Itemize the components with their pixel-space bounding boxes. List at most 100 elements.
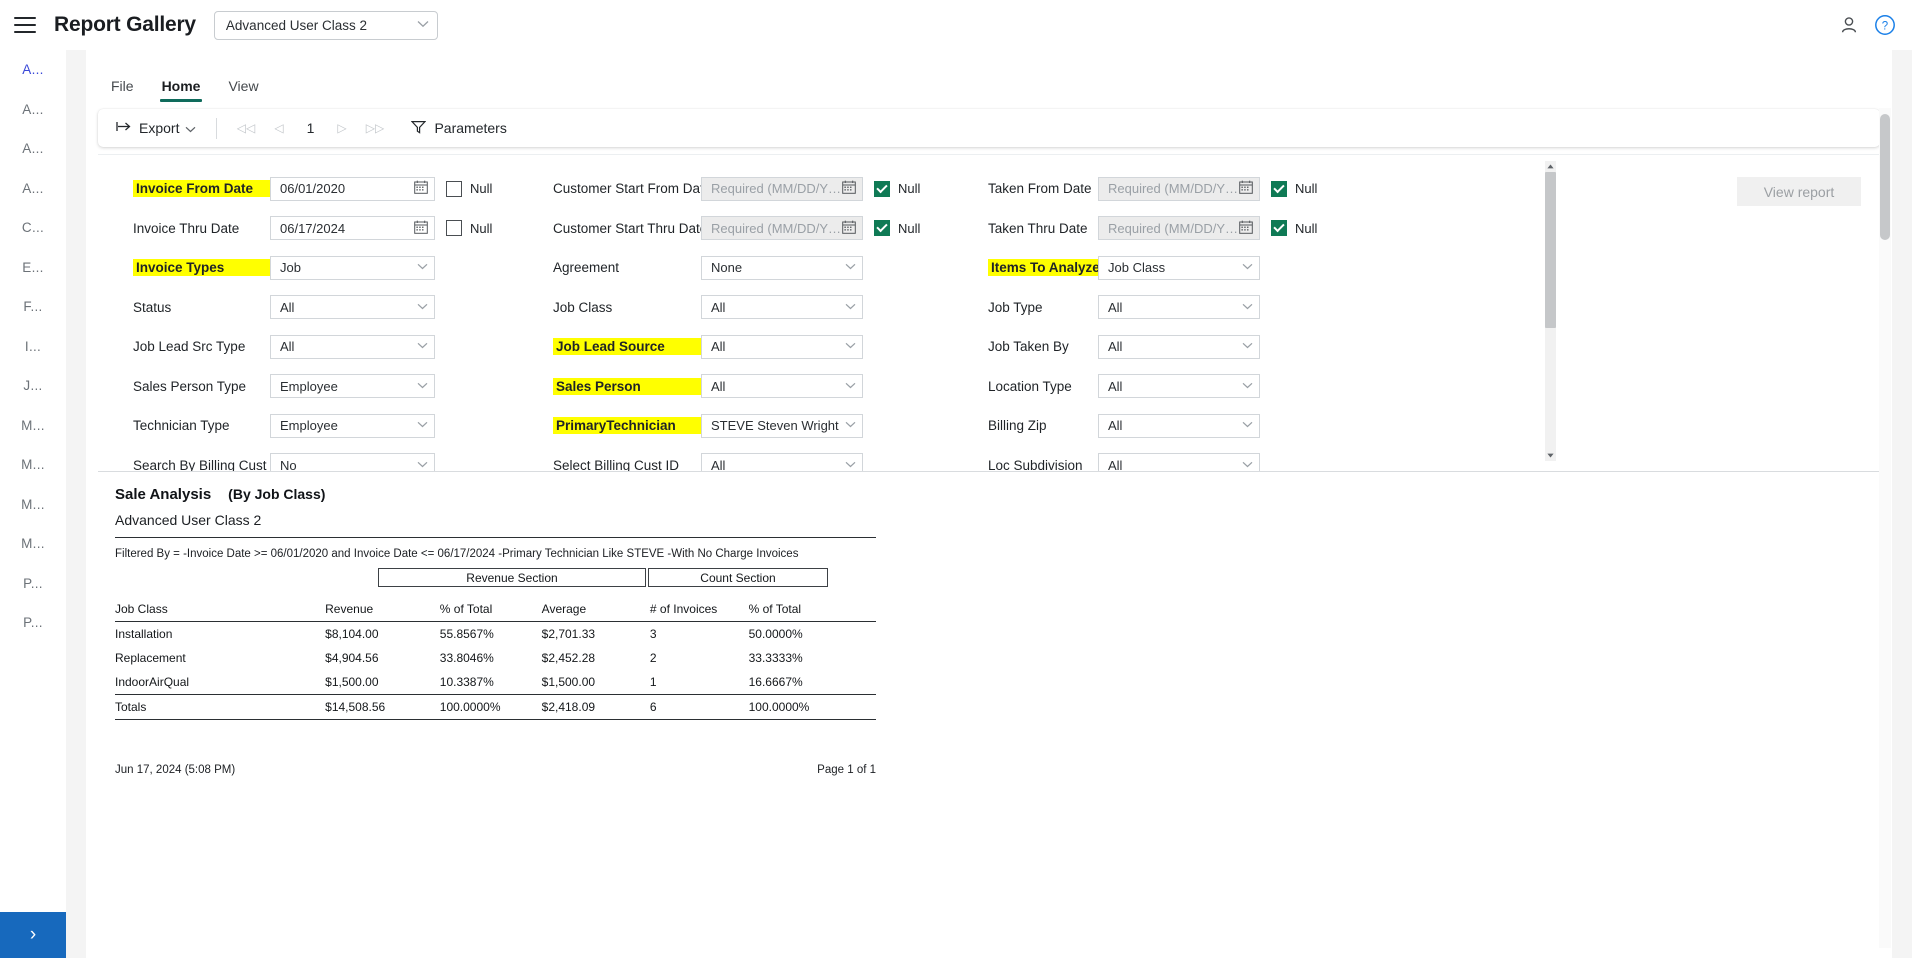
chevron-down-icon <box>417 460 428 471</box>
parameter-label-search-by-billing-cust-id: Search By Billing Cust ID <box>133 457 284 471</box>
calendar-icon[interactable] <box>414 220 428 237</box>
totals-cell: 100.0000% <box>439 694 542 720</box>
table-cell: 3 <box>649 627 657 641</box>
select-sales-person-type[interactable]: Employee <box>270 374 435 399</box>
null-checkbox-invoice-thru-date[interactable] <box>446 220 462 237</box>
select-job-taken-by[interactable]: All <box>1098 334 1260 359</box>
select-search-by-billing-cust-id[interactable]: No <box>270 453 435 471</box>
calendar-icon[interactable] <box>1239 220 1253 237</box>
null-checkbox-customer-start-from-date[interactable] <box>874 180 890 197</box>
sidebar-item-3[interactable]: A... <box>0 169 66 209</box>
calendar-icon[interactable] <box>414 180 428 197</box>
panel-scrollbar-thumb[interactable] <box>1880 114 1890 240</box>
value-taken-from-date: Required (MM/DD/YYYY) <box>1108 181 1239 197</box>
prev-page-button[interactable]: ◁ <box>262 115 295 141</box>
null-checkbox-customer-start-thru-date[interactable] <box>874 220 890 237</box>
sidebar-item-8[interactable]: J... <box>0 366 66 406</box>
table-cell: 1 <box>649 675 657 689</box>
table-cell: 33.8046% <box>439 651 494 665</box>
sidebar-item-7[interactable]: I... <box>0 327 66 367</box>
sidebar-item-6[interactable]: F... <box>0 287 66 327</box>
view-report-zone: View report <box>1718 155 1880 471</box>
parameter-label-location-type: Location Type <box>988 378 1072 394</box>
parameter-label-technician-type: Technician Type <box>133 418 230 434</box>
sidebar-item-1[interactable]: A... <box>0 90 66 130</box>
sidebar-item-4[interactable]: C... <box>0 208 66 248</box>
select-billing-zip[interactable]: All <box>1098 413 1260 438</box>
select-location-type[interactable]: All <box>1098 374 1260 399</box>
table-cell: $2,701.33 <box>541 627 596 641</box>
report-header: Sale Analysis (By Job Class) <box>115 486 898 503</box>
parameter-label-customer-start-thru-date: Customer Start Thru Date <box>553 220 708 236</box>
last-page-button[interactable]: ▷▷ <box>358 115 391 141</box>
sidebar-expand-button[interactable]: › <box>0 912 66 958</box>
select-loc-subdivision[interactable]: All <box>1098 453 1260 471</box>
table-column-header-1: Revenue <box>325 598 440 622</box>
toolbar-divider <box>216 117 218 139</box>
select-status[interactable]: All <box>270 295 435 320</box>
report-divider <box>115 537 876 538</box>
help-icon[interactable]: ? <box>1874 14 1896 36</box>
null-checkbox-invoice-from-date[interactable] <box>446 180 462 197</box>
sidebar-item-11[interactable]: M... <box>0 485 66 525</box>
sidebar-item-5[interactable]: E... <box>0 248 66 288</box>
calendar-icon[interactable] <box>1239 180 1253 197</box>
export-button[interactable]: Export <box>108 116 204 140</box>
parameters-scrollbar[interactable] <box>1545 161 1556 461</box>
parameters-scrollbar-thumb[interactable] <box>1545 172 1556 328</box>
next-page-button[interactable]: ▷ <box>325 115 358 141</box>
scroll-up-icon[interactable] <box>1545 161 1556 172</box>
select-job-class[interactable]: All <box>701 295 863 320</box>
calendar-icon[interactable] <box>842 220 856 237</box>
page-number-input[interactable]: 1 <box>295 120 325 136</box>
date-input-invoice-from-date[interactable]: 06/01/2020 <box>270 176 435 201</box>
sidebar-item-12[interactable]: M... <box>0 524 66 564</box>
parameter-field-taken-from-date: Taken From Date Required (MM/DD/YYYY) Null <box>988 176 1408 201</box>
sidebar-item-13[interactable]: P... <box>0 564 66 604</box>
tab-home[interactable]: Home <box>149 74 214 102</box>
parameters-toggle-button[interactable]: Parameters <box>411 120 507 137</box>
chevron-down-icon <box>417 420 428 431</box>
select-select-billing-cust-id[interactable]: All <box>701 453 863 471</box>
parameter-field-technician-type: Technician Type Employee <box>98 413 553 438</box>
null-checkbox-taken-from-date[interactable] <box>1271 180 1287 197</box>
sidebar-item-9[interactable]: M... <box>0 406 66 446</box>
totals-cell: 100.0000% <box>748 694 876 720</box>
calendar-icon[interactable] <box>842 180 856 197</box>
select-job-lead-source[interactable]: All <box>701 334 863 359</box>
person-icon[interactable] <box>1838 14 1860 36</box>
sidebar-item-2[interactable]: A... <box>0 129 66 169</box>
sidebar-item-10[interactable]: M... <box>0 445 66 485</box>
first-page-button[interactable]: ◁◁ <box>229 115 262 141</box>
sidebar-item-14[interactable]: P... <box>0 603 66 643</box>
report-footer-date: Jun 17, 2024 (5:08 PM) <box>115 764 236 776</box>
scroll-down-icon[interactable] <box>1545 450 1556 461</box>
panel-scrollbar[interactable] <box>1879 108 1891 948</box>
date-input-invoice-thru-date[interactable]: 06/17/2024 <box>270 216 435 241</box>
revenue-section-header: Revenue Section <box>378 568 646 587</box>
parameter-field-customer-start-from-date: Customer Start From Date Required (MM/DD/… <box>553 176 988 201</box>
table-cell: 33.3333% <box>748 651 803 665</box>
select-agreement[interactable]: None <box>701 255 863 280</box>
tab-view[interactable]: View <box>215 74 271 102</box>
user-class-select[interactable]: Advanced User Class 2 <box>213 10 438 40</box>
table-row: Installation $8,104.00 55.8567% $2,701.33 3 5… <box>115 622 876 647</box>
header-actions: ? <box>1838 14 1896 36</box>
select-primarytechnician[interactable]: STEVE Steven Wright <box>701 413 863 438</box>
select-items-to-analyze[interactable]: Job Class <box>1098 255 1260 280</box>
select-job-type[interactable]: All <box>1098 295 1260 320</box>
parameter-field-search-by-billing-cust-id: Search By Billing Cust ID No <box>98 453 553 471</box>
view-report-button[interactable]: View report <box>1737 177 1861 206</box>
select-sales-person[interactable]: All <box>701 374 863 399</box>
sidebar-item-0[interactable]: A... <box>0 50 66 90</box>
select-technician-type[interactable]: Employee <box>270 413 435 438</box>
parameter-field-billing-zip: Billing Zip All <box>988 413 1408 438</box>
tab-file[interactable]: File <box>98 74 147 102</box>
parameter-field-sales-person-type: Sales Person Type Employee <box>98 374 553 399</box>
date-input-taken-from-date: Required (MM/DD/YYYY) <box>1098 176 1260 201</box>
null-checkbox-taken-thru-date[interactable] <box>1271 220 1287 237</box>
select-invoice-types[interactable]: Job <box>270 255 435 280</box>
value-taken-thru-date: Required (MM/DD/YYYY) <box>1108 220 1239 236</box>
hamburger-icon[interactable] <box>14 17 36 33</box>
select-job-lead-src-type[interactable]: All <box>270 334 435 359</box>
